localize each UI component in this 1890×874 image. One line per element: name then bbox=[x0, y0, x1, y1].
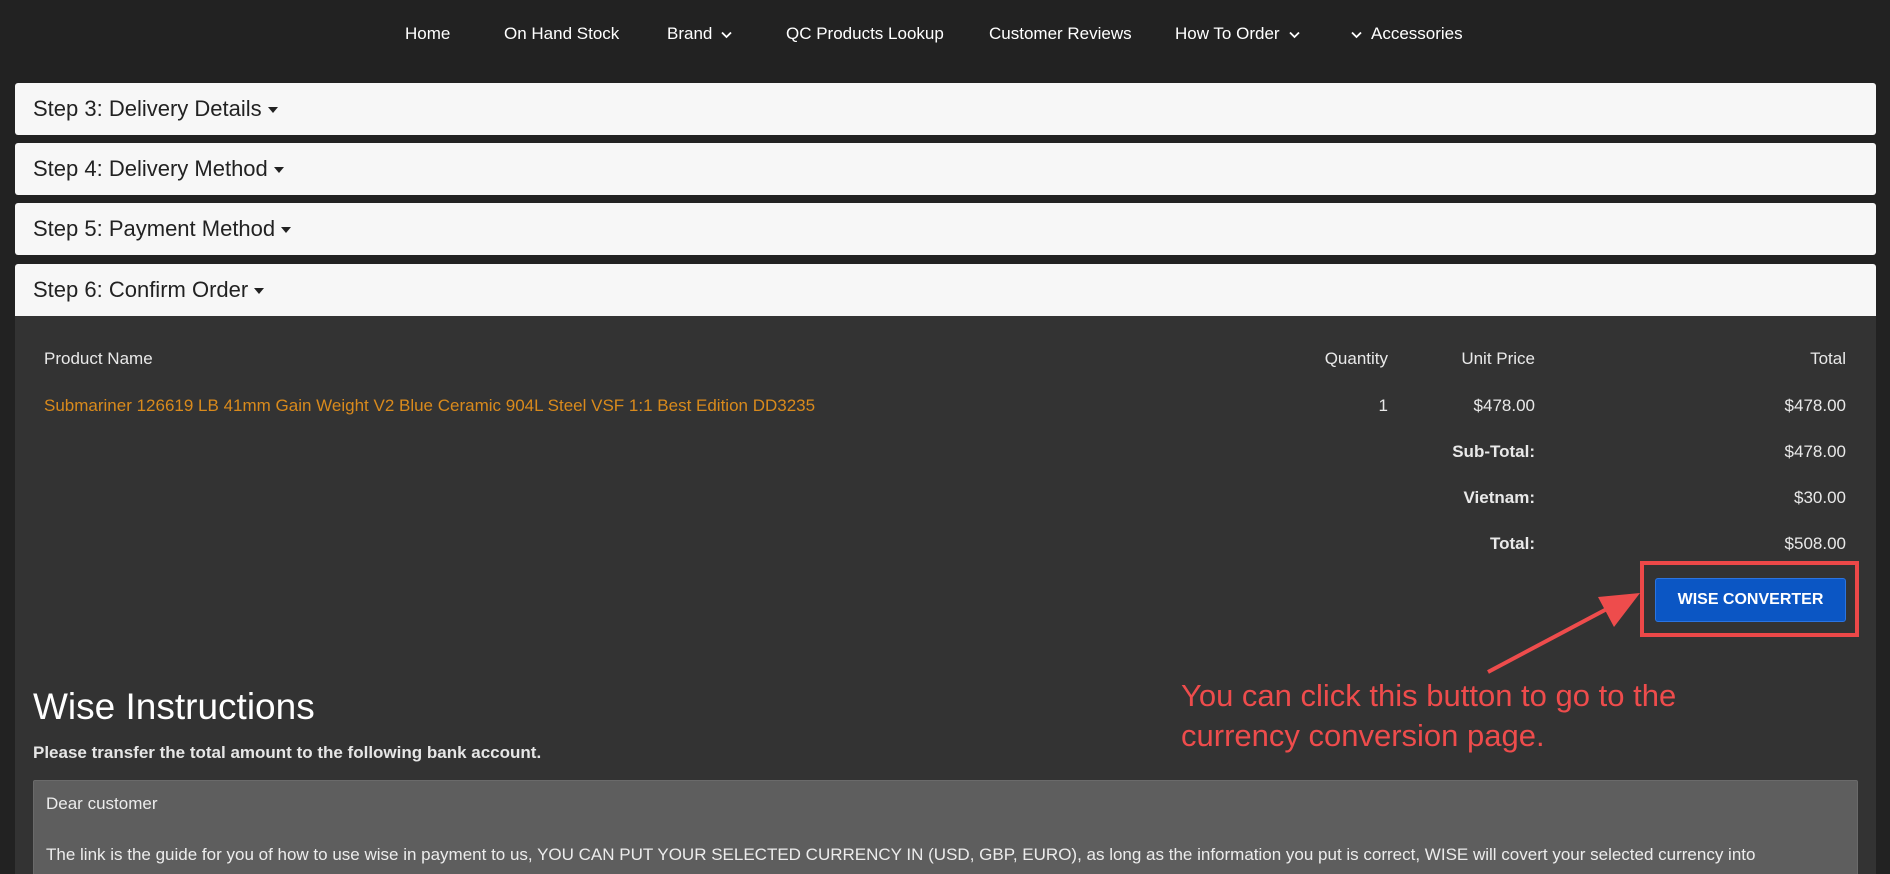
caret-down-icon bbox=[273, 167, 284, 173]
annotation-text: You can click this button to go to the c… bbox=[1181, 678, 1677, 753]
total-value: $508.00 bbox=[1784, 534, 1846, 553]
row-total: $478.00 bbox=[1784, 396, 1846, 415]
nav-home-label: Home bbox=[405, 24, 451, 43]
shipping-value: $30.00 bbox=[1794, 488, 1846, 507]
nav-on-hand-stock-label: On Hand Stock bbox=[504, 24, 620, 43]
header-quantity: Quantity bbox=[1324, 349, 1388, 368]
total-label: Total: bbox=[1489, 534, 1535, 553]
shipping-label: Vietnam: bbox=[1463, 488, 1536, 507]
nav-customer-reviews-label: Customer Reviews bbox=[989, 24, 1132, 43]
nav-how-to-order[interactable]: How To Order bbox=[1175, 24, 1301, 44]
header-product-name: Product Name bbox=[44, 349, 153, 368]
wise-instructions-subtitle: Please transfer the total amount to the … bbox=[33, 743, 542, 762]
wise-instructions-title: Wise Instructions bbox=[33, 686, 315, 727]
nav-on-hand-stock[interactable]: On Hand Stock bbox=[504, 24, 619, 44]
nav-qc-lookup-label: QC Products Lookup bbox=[786, 24, 944, 43]
info-body: The link is the guide for you of how to … bbox=[46, 845, 1756, 864]
info-greeting: Dear customer bbox=[46, 794, 158, 813]
nav-accessories[interactable]: Accessories bbox=[1350, 24, 1463, 44]
wise-converter-button[interactable]: WISE CONVERTER bbox=[1655, 578, 1846, 622]
nav-qc-lookup[interactable]: QC Products Lookup bbox=[786, 24, 944, 44]
step-5-label: Step 5: Payment Method bbox=[33, 216, 276, 241]
step-3-label: Step 3: Delivery Details bbox=[33, 96, 262, 121]
subtotal-label: Sub-Total: bbox=[1452, 442, 1535, 461]
nav-accessories-label: Accessories bbox=[1371, 24, 1463, 43]
nav-brand[interactable]: Brand bbox=[667, 24, 733, 44]
nav-home[interactable]: Home bbox=[405, 24, 450, 44]
caret-down-icon bbox=[281, 227, 292, 233]
nav-customer-reviews[interactable]: Customer Reviews bbox=[989, 24, 1132, 44]
product-link[interactable]: Submariner 126619 LB 41mm Gain Weight V2… bbox=[44, 396, 815, 416]
chevron-down-icon bbox=[720, 28, 733, 41]
header-unit-price: Unit Price bbox=[1461, 349, 1535, 368]
step-6-confirm-order[interactable]: Step 6: Confirm Order bbox=[15, 264, 1876, 316]
step-4-label: Step 4: Delivery Method bbox=[33, 156, 268, 181]
chevron-down-icon bbox=[1288, 28, 1301, 41]
caret-down-icon bbox=[254, 288, 265, 294]
caret-down-icon bbox=[267, 107, 278, 113]
chevron-down-icon bbox=[1350, 28, 1363, 41]
step-5-payment-method[interactable]: Step 5: Payment Method bbox=[15, 203, 1876, 255]
step-6-label: Step 6: Confirm Order bbox=[33, 277, 249, 302]
subtotal-value: $478.00 bbox=[1784, 442, 1846, 461]
row-unit-price: $478.00 bbox=[1473, 396, 1535, 415]
nav-how-to-order-label: How To Order bbox=[1175, 24, 1280, 43]
top-navigation: Home On Hand Stock Brand QC Products Loo… bbox=[0, 0, 1890, 72]
nav-brand-label: Brand bbox=[667, 24, 713, 43]
row-quantity: 1 bbox=[1378, 396, 1388, 415]
arrow-annotation bbox=[1487, 593, 1640, 674]
step-3-delivery-details[interactable]: Step 3: Delivery Details bbox=[15, 83, 1876, 135]
header-total: Total bbox=[1810, 349, 1846, 368]
step-4-delivery-method[interactable]: Step 4: Delivery Method bbox=[15, 143, 1876, 195]
